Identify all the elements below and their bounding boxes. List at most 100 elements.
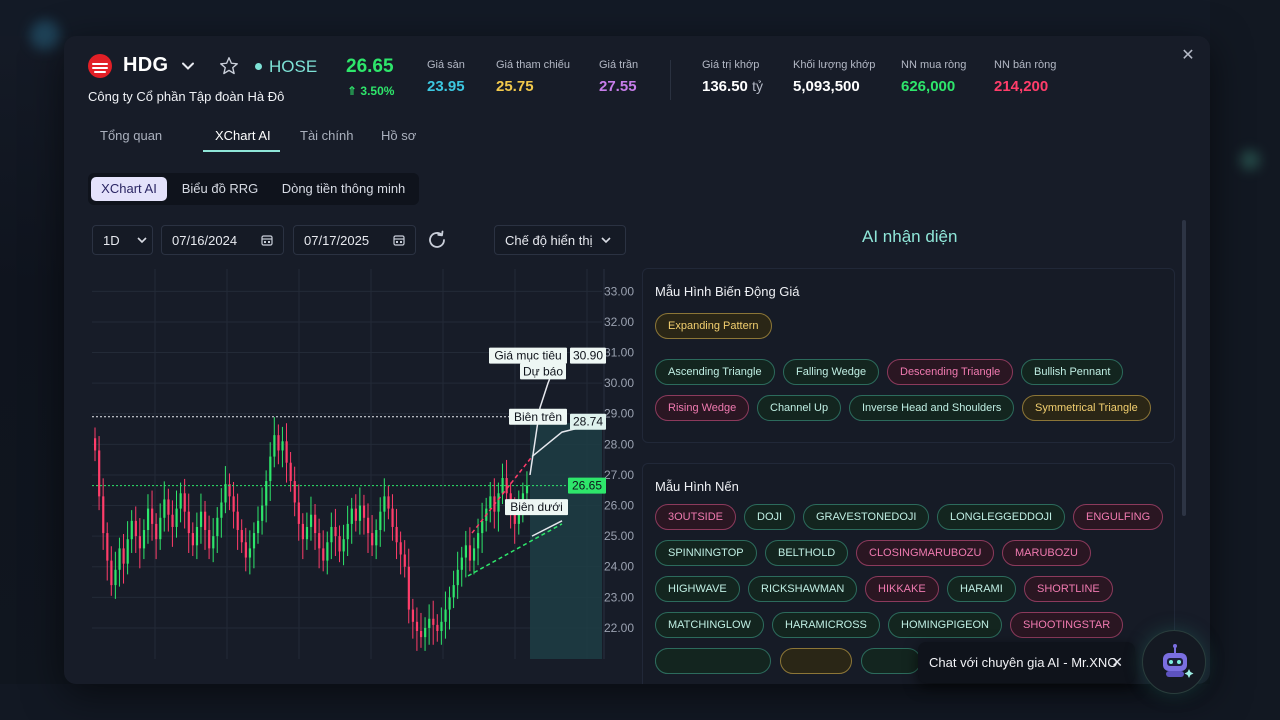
pattern-chip[interactable]: Bullish Pennant [1021,359,1124,385]
interval-select[interactable]: 1D [92,225,153,255]
candle-body [252,533,256,549]
candle-body [391,508,394,527]
date-from-input[interactable]: 07/16/2024 [161,225,284,255]
y-tick-label: 22.00 [604,621,634,635]
candle-body [379,511,382,531]
stat-value: 214,200 [994,78,1049,95]
candle-body [187,511,190,534]
pattern-chip[interactable]: MATCHINGLOW [655,612,764,638]
pattern-chip[interactable]: CLOSINGMARUBOZU [856,540,995,566]
y-tick-label: 27.00 [604,468,634,482]
pattern-chip[interactable]: SHOOTINGSTAR [1010,612,1124,638]
pattern-chip[interactable]: ENGULFING [1073,504,1164,530]
candle-body [293,481,296,503]
pattern-chip[interactable]: LONGLEGGEDDOJI [937,504,1066,530]
pattern-chip[interactable]: GRAVESTONEDOJI [803,504,930,530]
tab-overview[interactable]: Tổng quan [100,128,162,143]
candle-body [256,520,260,534]
date-from-value: 07/16/2024 [172,233,238,248]
subtab-smart-money[interactable]: Dòng tiền thông minh [272,177,415,201]
pattern-chip[interactable]: 3OUTSIDE [655,504,737,530]
expanding-pattern-chip[interactable]: Expanding Pattern [655,313,772,339]
pattern-chip[interactable]: RICKSHAWMAN [748,576,858,602]
tab-xchart-ai[interactable]: XChart AI [215,128,271,143]
pattern-chip[interactable]: Descending Triangle [887,359,1014,385]
candle-body [354,508,357,521]
subtab-rrg-chart[interactable]: Biểu đồ RRG [172,177,268,201]
forecast-zone [530,422,602,659]
candle-body [407,566,410,610]
pattern-chip[interactable]: Rising Wedge [655,395,750,421]
pattern-chip-partial[interactable] [780,648,852,674]
price-chart[interactable]: 34.0033.0032.0031.0030.0029.0028.0027.00… [92,269,642,659]
pattern-chip[interactable]: Symmetrical Triangle [1022,395,1151,421]
candle-body [481,520,484,534]
date-to-input[interactable]: 07/17/2025 [293,225,416,255]
y-tick-label: 26.00 [604,499,634,513]
lower-band-label: Biên dưới [510,500,563,514]
chat-expert-popup[interactable]: Chat với chuyên gia AI - Mr.XNO ✕ [918,642,1135,683]
candle-body [134,520,137,537]
candle-body [346,523,349,540]
candle-body [163,499,166,518]
candle-body [236,511,239,531]
stock-header: HDG HOSE Công ty Cổ phần Tập đoàn Hà Đô … [88,52,1170,112]
display-mode-label: Chế độ hiển thị [505,233,593,248]
y-tick-label: 31.00 [604,346,634,360]
pattern-chip[interactable]: HIGHWAVE [655,576,740,602]
close-modal-button[interactable]: ✕ [1178,46,1198,66]
candle-body [171,514,174,527]
active-tab-indicator [203,150,280,152]
pattern-chip[interactable]: SHORTLINE [1024,576,1113,602]
candle-body [122,548,125,564]
y-tick-label: 32.00 [604,315,634,329]
favorite-star-icon[interactable] [218,55,240,77]
stat-value: 25.75 [496,78,534,95]
panel-scrollbar[interactable] [1182,220,1186,516]
price-change: ⇑ 3.50% [347,84,394,98]
stat-value-row: 25.75 [496,78,570,95]
stat-value-row: 214,200 [994,78,1056,95]
refresh-icon[interactable] [425,228,449,252]
forecast-label: Dự báo [523,364,563,378]
candle-body [309,514,313,527]
pattern-chip[interactable]: HARAMICROSS [772,612,880,638]
stat-item: Giá tham chiếu 25.75 [496,59,570,95]
pattern-chip[interactable]: MARUBOZU [1002,540,1091,566]
pattern-chip[interactable]: DOJI [744,504,796,530]
pattern-chip[interactable]: Ascending Triangle [655,359,775,385]
pattern-chip-partial[interactable] [655,648,771,674]
tab-profile[interactable]: Hồ sơ [381,128,416,143]
close-chat-popup-button[interactable]: ✕ [1111,654,1123,671]
pattern-chip[interactable]: HARAMI [947,576,1016,602]
upper-band-label: Biên trên [514,410,562,424]
candle-body [277,435,280,451]
divider [670,60,671,100]
candle-body [142,530,146,549]
target-price-label: Giá mục tiêu [494,349,561,363]
candle-body [497,493,500,512]
candle-body [159,517,162,540]
subtab-xchart-ai[interactable]: XChart AI [91,177,167,201]
subtab-segment: XChart AI Biểu đồ RRG Dòng tiền thông mi… [88,173,419,205]
pattern-chip-partial[interactable] [861,648,921,674]
stat-unit: tỷ [752,78,763,94]
pattern-chip[interactable]: Falling Wedge [783,359,880,385]
candle-body [314,514,317,534]
pattern-chip[interactable]: SPINNINGTOP [655,540,757,566]
calendar-icon [393,235,405,246]
y-tick-label: 23.00 [604,590,634,604]
pattern-chip[interactable]: Channel Up [757,395,842,421]
pattern-chip[interactable]: Inverse Head and Shoulders [849,395,1015,421]
chevron-down-icon[interactable] [180,58,196,74]
pattern-chip[interactable]: BELTHOLD [765,540,849,566]
ai-bot-button[interactable] [1142,630,1206,694]
pattern-chip[interactable]: HIKKAKE [865,576,939,602]
stat-value: 626,000 [901,78,956,95]
display-mode-select[interactable]: Chế độ hiển thị [494,225,626,255]
candle-body [464,545,468,558]
pattern-chip[interactable]: HOMINGPIGEON [888,612,1003,638]
y-tick-label: 25.00 [604,529,634,543]
tab-finance[interactable]: Tài chính [300,128,353,143]
candle-body [440,621,443,631]
